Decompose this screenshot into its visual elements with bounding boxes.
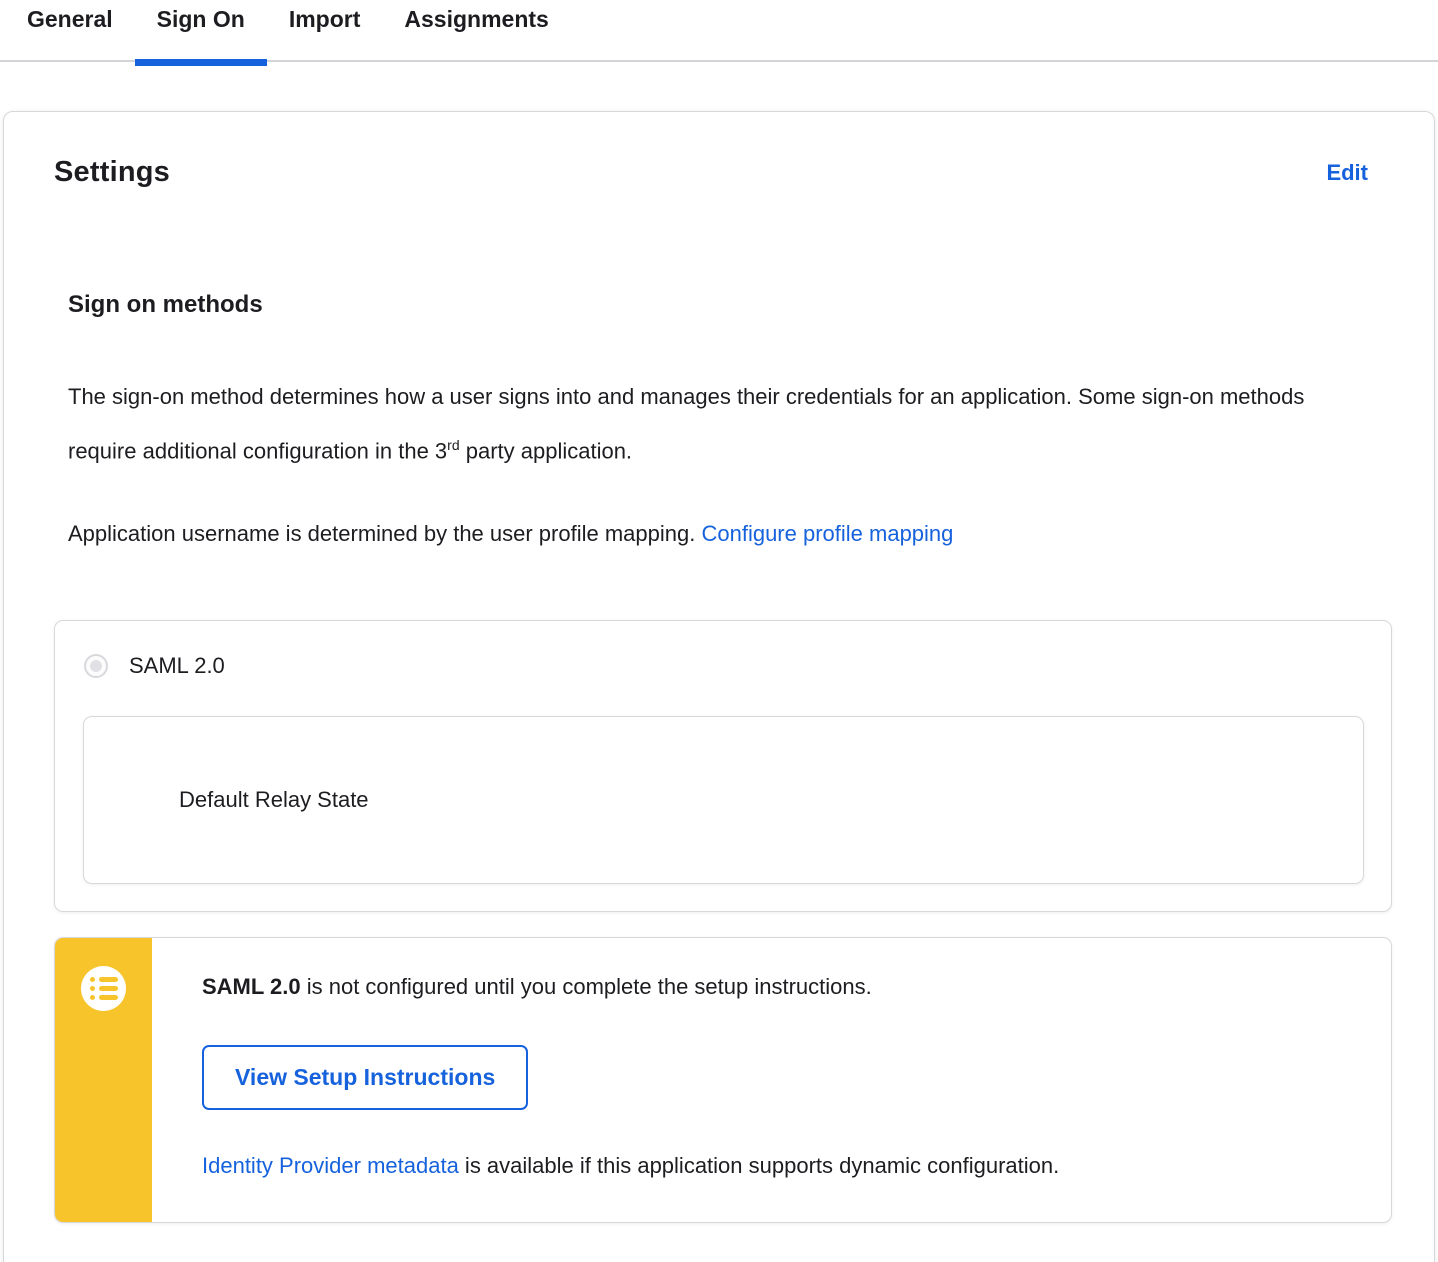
view-setup-instructions-button[interactable]: View Setup Instructions [202,1045,529,1111]
edit-button[interactable]: Edit [1326,160,1368,186]
configure-profile-mapping-link[interactable]: Configure profile mapping [701,521,953,546]
sign-on-method-description: The sign-on method determines how a user… [68,372,1318,475]
tab-general[interactable]: General [5,0,135,56]
saml-radio-button[interactable] [84,654,108,679]
list-icon-row [89,977,118,983]
sign-on-methods-title: Sign on methods [68,291,263,318]
metadata-note: Identity Provider metadata is available … [202,1150,1351,1181]
page-title: Settings [54,156,170,188]
username-mapping-text: Application username is determined by th… [68,521,702,547]
list-icon [81,966,126,1012]
saml-radio-row: SAML 2.0 [83,653,1364,679]
identity-provider-metadata-link[interactable]: Identity Provider metadata [202,1153,459,1178]
ordinal-superscript: rd [447,437,460,453]
default-relay-state-label: Default Relay State [179,787,369,813]
metadata-note-rest: is available if this application support… [458,1153,1060,1179]
list-icon-row [89,995,118,1001]
tab-import[interactable]: Import [267,0,383,56]
callout-message: SAML 2.0 is not configured until you com… [202,971,1351,1002]
description-text: The sign-on method determines how a user… [68,384,1305,464]
settings-card: Settings Edit Sign on methods The sign-o… [3,111,1435,1262]
callout-body: SAML 2.0 is not configured until you com… [152,938,1391,1222]
tab-sign-on[interactable]: Sign On [134,0,268,66]
callout-accent-bar [55,938,152,1223]
saml-radio-label: SAML 2.0 [129,653,225,679]
description-text-tail: party application. [459,438,633,464]
default-relay-state-field: Default Relay State [83,716,1364,885]
list-icon-row [89,986,118,992]
username-mapping-note: Application username is determined by th… [68,509,1318,558]
saml-method-box: SAML 2.0 Default Relay State [54,620,1392,913]
tab-assignments[interactable]: Assignments [382,0,570,56]
setup-callout: SAML 2.0 is not configured until you com… [54,937,1392,1224]
settings-header: Settings Edit [54,156,1392,189]
callout-message-bold: SAML 2.0 [202,974,301,1000]
app-tabs: General Sign On Import Assignments [0,0,1438,66]
callout-message-rest: is not configured until you complete the… [300,974,872,1000]
